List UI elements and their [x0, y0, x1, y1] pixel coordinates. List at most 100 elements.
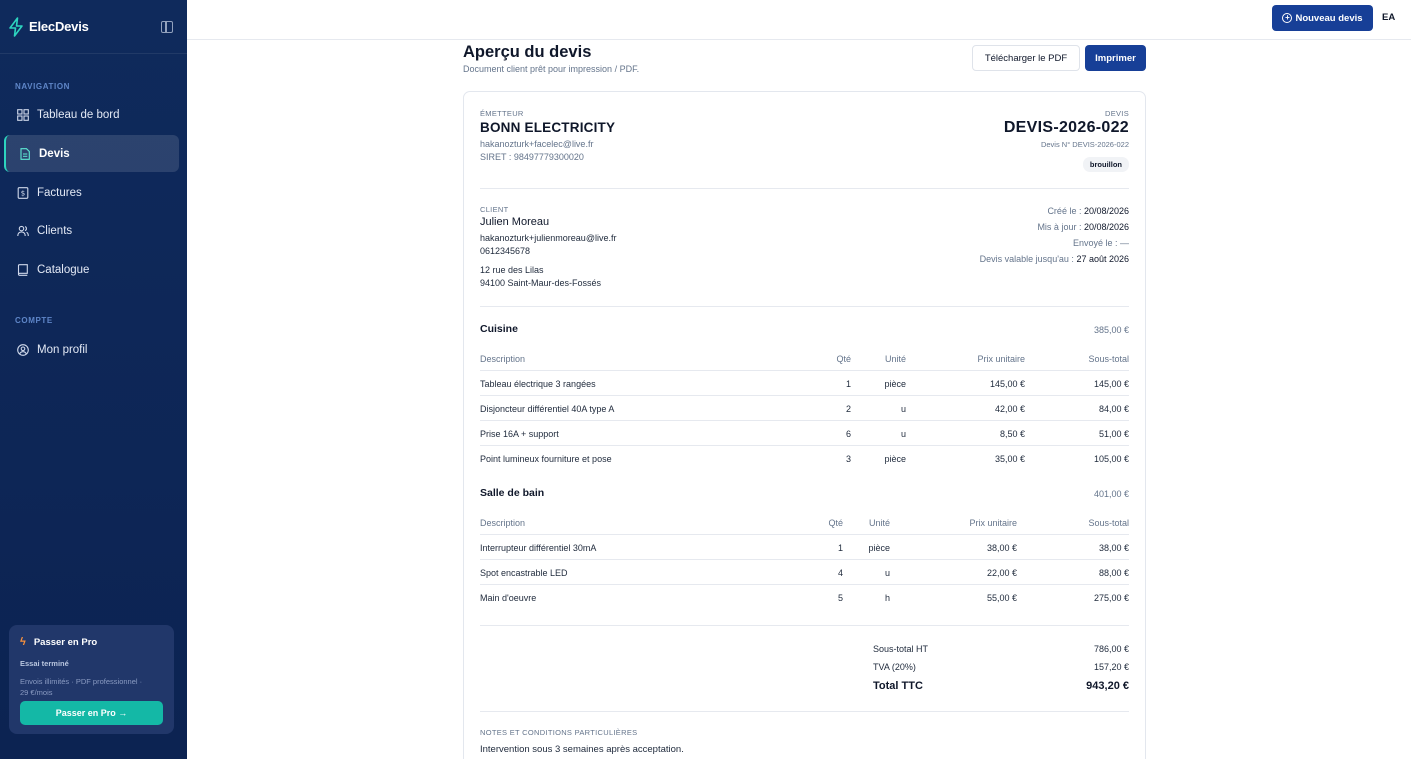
- cell-qty: 3: [845, 454, 851, 464]
- cell-unit: u: [900, 404, 906, 414]
- sidebar-item-dashboard[interactable]: Tableau de bord: [4, 96, 179, 133]
- upgrade-desc-line-1: Envois illimités · PDF professionnel ·: [20, 677, 143, 686]
- page-subtitle: Document client prêt pour impression / P…: [463, 64, 640, 74]
- section-title: Salle de bain: [480, 487, 545, 499]
- col-qty: Qté: [836, 354, 851, 364]
- sent-date: Envoyé le : —: [1072, 238, 1129, 248]
- new-quote-label: Nouveau devis: [1295, 12, 1363, 24]
- sidebar-item-label: Devis: [39, 147, 70, 160]
- issuer-email: hakanozturk+facelec@live.fr: [480, 139, 594, 149]
- nav-section-title: NAVIGATION: [15, 82, 71, 91]
- sidebar-item-label: Catalogue: [37, 263, 90, 276]
- tax-row: TVA (20%) 157,20 €: [873, 662, 1129, 672]
- issuer-name: BONN ELECTRICITY: [480, 120, 616, 135]
- cell-qty: 2: [845, 404, 851, 414]
- client-name: Julien Moreau: [480, 216, 550, 228]
- valid-until-label: Devis valable jusqu'au :: [979, 254, 1077, 264]
- invoice-icon: $: [17, 186, 29, 199]
- divider: [480, 188, 1129, 189]
- quote-number-sub: Devis N° DEVIS-2026-022: [1040, 140, 1129, 149]
- table-row: Interrupteur différentiel 30mA 1 pièce 3…: [480, 535, 1129, 560]
- sidebar-item-clients[interactable]: Clients: [4, 212, 179, 249]
- col-unit: Unité: [868, 518, 890, 528]
- book-icon: [17, 263, 29, 276]
- col-description: Description: [480, 354, 526, 364]
- issuer-siret: SIRET : 98497779300020: [480, 152, 584, 162]
- issuer-label: ÉMETTEUR: [480, 109, 524, 118]
- cell-unit: u: [884, 568, 890, 578]
- cell-subtotal: 84,00 €: [1098, 404, 1129, 414]
- cell-description: Interrupteur différentiel 30mA: [480, 543, 597, 553]
- client-email: hakanozturk+julienmoreau@live.fr: [480, 233, 617, 243]
- updated-date-label: Mis à jour :: [1037, 222, 1084, 232]
- upgrade-button[interactable]: Passer en Pro →: [20, 701, 163, 725]
- tax-label: TVA (20%): [873, 662, 916, 672]
- cell-unit-price: 35,00 €: [994, 454, 1025, 464]
- cell-unit: pièce: [884, 379, 906, 389]
- download-pdf-button[interactable]: Télécharger le PDF: [972, 45, 1080, 71]
- col-unit: Unité: [884, 354, 906, 364]
- status-badge: brouillon: [1082, 157, 1129, 172]
- cell-subtotal: 145,00 €: [1093, 379, 1129, 389]
- plus-circle-icon: +: [1282, 13, 1293, 23]
- new-quote-button[interactable]: + Nouveau devis: [1272, 5, 1373, 31]
- lightning-icon: [9, 16, 23, 37]
- table-header: Description Qté Unité Prix unitaire Sous…: [480, 510, 1129, 535]
- sidebar-item-label: Tableau de bord: [37, 108, 120, 121]
- print-button[interactable]: Imprimer: [1085, 45, 1146, 71]
- cell-qty: 6: [845, 429, 851, 439]
- cell-subtotal: 88,00 €: [1098, 568, 1129, 578]
- cell-unit: u: [900, 429, 906, 439]
- quote-type-label: DEVIS: [1104, 109, 1129, 118]
- valid-until-value: 27 août 2026: [1076, 254, 1129, 264]
- dashboard-icon: [17, 108, 29, 121]
- table-row: Prise 16A + support 6 u 8,50 € 51,00 €: [480, 421, 1129, 446]
- section-total: 385,00 €: [1093, 325, 1129, 335]
- sidebar-item-profile[interactable]: Mon profil: [4, 331, 179, 368]
- notes-text: Intervention sous 3 semaines après accep…: [480, 744, 684, 755]
- cell-unit-price: 42,00 €: [994, 404, 1025, 414]
- brand: ElecDevis: [0, 0, 187, 54]
- svg-text:$: $: [21, 189, 25, 197]
- cell-description: Spot encastrable LED: [480, 568, 568, 578]
- client-address-line-1: 12 rue des Lilas: [480, 265, 544, 275]
- main-content: Aperçu du devis Document client prêt pou…: [187, 40, 1411, 759]
- sidebar-item-invoices[interactable]: $ Factures: [4, 174, 179, 211]
- items-table: Description Qté Unité Prix unitaire Sous…: [480, 510, 1129, 610]
- trial-status: Essai terminé: [20, 659, 69, 668]
- created-date-label: Créé le :: [1047, 206, 1084, 216]
- total-value: 943,20 €: [1086, 680, 1129, 692]
- user-avatar[interactable]: EA: [1382, 12, 1395, 23]
- cell-description: Point lumineux fourniture et pose: [480, 454, 612, 464]
- upgrade-card: ϟ Passer en Pro Essai terminé Envois ill…: [9, 625, 174, 734]
- sidebar-toggle-icon[interactable]: [161, 20, 173, 33]
- divider: [480, 711, 1129, 712]
- upgrade-description: Envois illimités · PDF professionnel · 2…: [20, 676, 163, 698]
- created-date: Créé le : 20/08/2026: [1047, 206, 1129, 216]
- table-row: Spot encastrable LED 4 u 22,00 € 88,00 €: [480, 560, 1129, 585]
- table-row: Main d'oeuvre 5 h 55,00 € 275,00 €: [480, 585, 1129, 610]
- cell-description: Disjoncteur différentiel 40A type A: [480, 404, 615, 414]
- tax-value: 157,20 €: [1093, 662, 1129, 672]
- topbar: + Nouveau devis EA: [187, 0, 1411, 40]
- notes-title: NOTES ET CONDITIONS PARTICULIÈRES: [480, 728, 638, 737]
- subtotal-label: Sous-total HT: [873, 644, 929, 654]
- cell-subtotal: 51,00 €: [1098, 429, 1129, 439]
- cell-subtotal: 275,00 €: [1093, 593, 1129, 603]
- cell-unit-price: 22,00 €: [986, 568, 1017, 578]
- table-row: Point lumineux fourniture et pose 3 pièc…: [480, 446, 1129, 471]
- cell-description: Main d'oeuvre: [480, 593, 537, 603]
- divider: [480, 306, 1129, 307]
- client-phone: 0612345678: [480, 246, 531, 256]
- client-label: CLIENT: [480, 205, 509, 214]
- cell-unit: h: [884, 593, 890, 603]
- upgrade-desc-line-2: 29 €/mois: [20, 688, 53, 697]
- col-subtotal: Sous-total: [1088, 518, 1129, 528]
- upgrade-title-text: Passer en Pro: [33, 636, 98, 648]
- sidebar-item-catalog[interactable]: Catalogue: [4, 251, 179, 288]
- total-row: Total TTC 943,20 €: [873, 680, 1129, 692]
- sidebar: ElecDevis NAVIGATION Tableau de bord Dev…: [0, 0, 187, 759]
- cell-unit-price: 145,00 €: [989, 379, 1025, 389]
- cell-subtotal: 105,00 €: [1093, 454, 1129, 464]
- sidebar-item-quotes[interactable]: Devis: [4, 135, 179, 172]
